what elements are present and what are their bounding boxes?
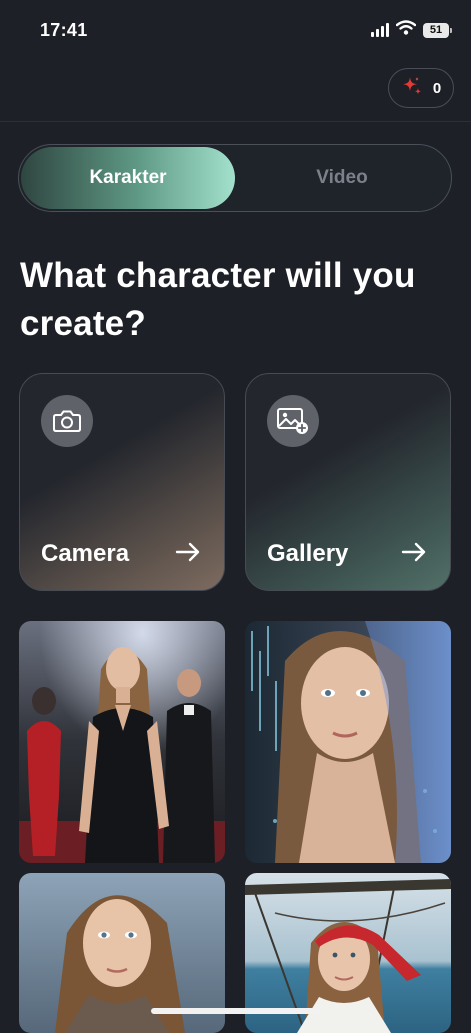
header-divider <box>0 121 471 122</box>
arrow-right-icon <box>401 542 427 567</box>
camera-card[interactable]: Camera <box>19 373 225 591</box>
cellular-signal-icon <box>371 23 389 37</box>
image-add-icon <box>267 395 319 447</box>
credits-count: 0 <box>432 79 442 97</box>
gallery-label: Gallery <box>267 540 349 567</box>
tab-karakter[interactable]: Karakter <box>21 147 235 209</box>
page-title: What character will you create? <box>20 256 416 343</box>
wifi-icon <box>395 20 417 40</box>
status-time: 17:41 <box>40 20 88 40</box>
gallery-card[interactable]: Gallery <box>245 373 451 591</box>
credits-button[interactable]: 0 <box>388 68 454 108</box>
home-indicator[interactable] <box>151 1008 321 1014</box>
status-icons: 51 <box>371 20 452 40</box>
status-bar: 17:41 51 <box>0 0 471 60</box>
sparkle-icon <box>401 75 423 102</box>
example-image-red-carpet[interactable] <box>19 621 225 863</box>
camera-icon <box>41 395 93 447</box>
tab-video[interactable]: Video <box>235 147 449 209</box>
camera-label: Camera <box>41 540 130 567</box>
mode-toggle: Karakter Video <box>18 144 452 212</box>
arrow-right-icon <box>175 542 201 567</box>
battery-level: 51 <box>429 24 443 36</box>
battery-icon: 51 <box>423 22 452 38</box>
example-image-digital-portrait[interactable] <box>245 621 451 863</box>
